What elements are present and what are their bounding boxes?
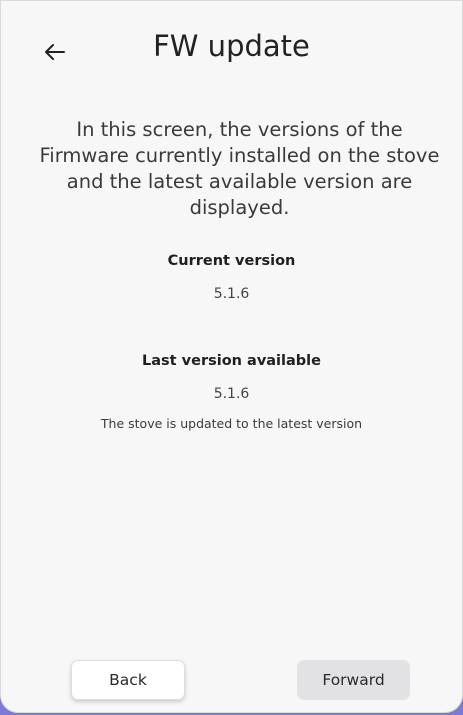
current-version-label: Current version: [167, 253, 296, 269]
back-button[interactable]: Back: [71, 660, 185, 700]
forward-button[interactable]: Forward: [297, 660, 410, 700]
fw-update-screen: FW update In this screen, the versions o…: [0, 0, 463, 713]
device-frame: FW update In this screen, the versions o…: [0, 0, 463, 715]
latest-version-label: Last version available: [142, 353, 321, 369]
update-status-text: The stove is updated to the latest versi…: [100, 416, 363, 431]
current-version-value: 5.1.6: [213, 286, 250, 302]
latest-version-value: 5.1.6: [213, 386, 250, 402]
page-title: FW update: [153, 29, 310, 63]
intro-text: In this screen, the versions of the Firm…: [39, 118, 440, 219]
